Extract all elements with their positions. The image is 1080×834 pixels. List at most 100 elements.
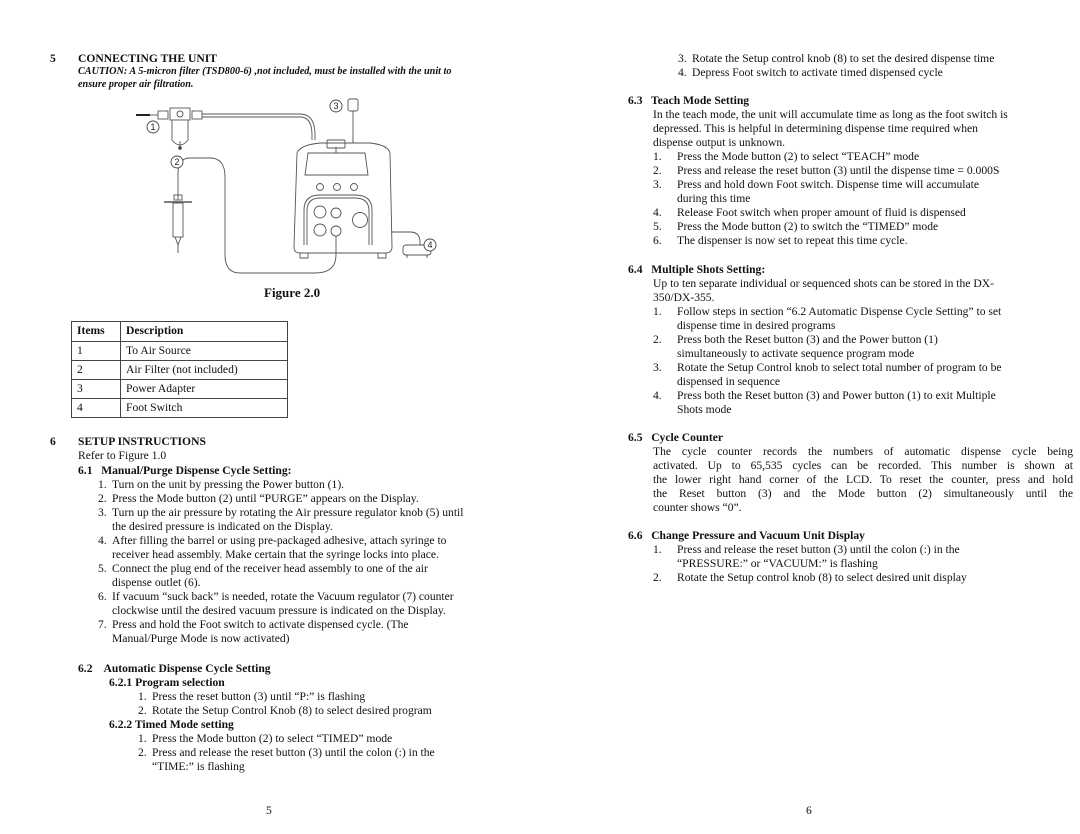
list-item: 4. Release Foot switch when proper amount… [653, 206, 1073, 220]
list-item-text: Press the reset button (3) until “P:” is… [152, 690, 366, 703]
list-item-number: 2. [653, 333, 662, 346]
air-outlet [330, 207, 342, 219]
list-item-number: 5. [98, 562, 107, 575]
list-item-number: 3. [653, 178, 662, 191]
air-filter-head [169, 107, 191, 121]
paragraph-line: activated. Up to 65,535 cycles can be re… [653, 459, 1073, 472]
list-item-number: 2. [138, 704, 147, 717]
list-item: 2. Press both the Reset button (3) and th… [653, 333, 1073, 361]
paragraph-line: the Reset button (3) and the Mode button… [653, 487, 1073, 500]
list-item: 3. Press and hold down Foot switch. Dispe… [653, 178, 1073, 206]
list-item-text: Press the Mode button (2) until “PURGE” … [112, 492, 419, 505]
table-row: 4 Foot Switch [71, 398, 288, 418]
steps-6-6: 1. Press and release the reset button (3)… [653, 543, 1073, 585]
table-row: 2 Air Filter (not included) [71, 360, 288, 380]
paragraph-line: In the teach mode, the unit will accumul… [653, 108, 1008, 121]
list-item-number: 2. [98, 492, 107, 505]
description-cell: To Air Source [120, 341, 288, 361]
section-number: 6 [50, 435, 56, 448]
list-item: 6. If vacuum “suck back” is needed, rotat… [98, 590, 498, 618]
right-page: 3. Rotate the Setup control knob (8) to s… [540, 0, 1080, 834]
syringe-barrel [172, 202, 184, 238]
list-item-text: Press and release the reset button (3) u… [152, 746, 435, 759]
figure-caption: Figure 2.0 [264, 285, 321, 300]
list-item-text: Shots mode [677, 403, 732, 416]
list-item-text: Press and hold down Foot switch. Dispens… [677, 178, 980, 191]
list-item-number: 1. [138, 690, 147, 703]
steps-6-2-2: 1. Press the Mode button (2) to select “T… [138, 732, 498, 774]
section-6-heading: 6 SETUP INSTRUCTIONS [50, 435, 206, 449]
list-item-text: Manual/Purge Mode is now activated) [112, 632, 290, 645]
items-table: Items Description 1 To Air Source 2 Air … [71, 321, 288, 418]
section-number: 5 [50, 52, 56, 65]
list-item-number: 4. [653, 389, 662, 402]
subsection-6-1-heading: 6.1 Manual/Purge Dispense Cycle Setting: [78, 464, 292, 477]
vacuum-regulator-knob [313, 223, 327, 237]
section-title: SETUP INSTRUCTIONS [78, 435, 206, 448]
left-page: 5 CONNECTING THE UNIT CAUTION: A 5-micro… [0, 0, 540, 834]
fitting [157, 110, 169, 120]
description-cell: Power Adapter [120, 379, 288, 399]
description-cell: Foot Switch [120, 398, 288, 418]
callout-label: 4 [427, 240, 432, 250]
list-item-number: 1. [98, 478, 107, 491]
fitting [191, 110, 203, 120]
header-description: Description [120, 321, 288, 342]
caution-line: CAUTION: A 5-micron filter (TSD800-6) ,n… [78, 66, 452, 77]
list-item-number: 1. [138, 732, 147, 745]
list-item: 1. Follow steps in section “6.2 Automatic… [653, 305, 1073, 333]
page-number: 5 [266, 804, 272, 817]
air-outlet [330, 225, 342, 237]
list-item-text: receiver head assembly. Make certain tha… [112, 548, 439, 561]
caution-line: ensure proper air filtration. [78, 79, 194, 90]
subsection-6-2-1-heading: 6.2.1 Program selection [109, 676, 225, 689]
list-item-text: dispense time in desired programs [677, 319, 836, 332]
steps-6-1: 1. Turn on the unit by pressing the Power… [98, 478, 498, 646]
list-item-text: the desired pressure is indicated on the… [112, 520, 333, 533]
subsection-6-6-heading: 6.6 Change Pressure and Vacuum Unit Disp… [628, 529, 865, 542]
list-item: 4. Depress Foot switch to activate timed … [678, 66, 1078, 80]
list-item: 1. Press the reset button (3) until “P:” … [138, 690, 498, 704]
list-item: 4. Press both the Reset button (3) and Po… [653, 389, 1073, 417]
list-item: 3. Rotate the Setup Control knob to selec… [653, 361, 1073, 389]
list-item-number: 7. [98, 618, 107, 631]
list-item-text: dispense outlet (6). [112, 576, 201, 589]
paragraph-line: Up to ten separate individual or sequenc… [653, 277, 994, 290]
page-number: 6 [806, 804, 812, 817]
dispenser-connection-diagram: 1 2 3 4 [136, 98, 437, 274]
steps-6-4: 1. Follow steps in section “6.2 Automatic… [653, 305, 1073, 417]
air-pressure-knob [313, 205, 327, 219]
list-item-number: 4. [98, 534, 107, 547]
list-item: 5. Connect the plug end of the receiver h… [98, 562, 498, 590]
power-button [316, 183, 324, 191]
cycle-counter-body: The cycle counter records the numbers of… [653, 445, 1073, 515]
list-item-text: Follow steps in section “6.2 Automatic D… [677, 305, 1002, 318]
list-item: 6. The dispenser is now set to repeat thi… [653, 234, 1073, 248]
list-item: 1. Press the Mode button (2) to select “T… [138, 732, 498, 746]
list-item-number: 1. [653, 305, 662, 318]
list-item-text: Press and release the reset button (3) u… [677, 164, 1000, 177]
table-header-row: Items Description [71, 321, 288, 342]
list-item-number: 1. [653, 543, 662, 556]
refer-note: Refer to Figure 1.0 [78, 449, 167, 462]
paragraph-line: The cycle counter records the numbers of… [653, 445, 1073, 458]
list-item-number: 2. [653, 571, 662, 584]
list-item-text: “PRESSURE:” or “VACUUM:” is flashing [677, 557, 878, 570]
list-item-number: 1. [653, 150, 662, 163]
item-cell: 4 [71, 398, 121, 418]
table-row: 1 To Air Source [71, 341, 288, 361]
list-item-text: Press the Mode button (2) to select “TIM… [152, 732, 393, 745]
list-item-number: 6. [653, 234, 662, 247]
setup-control-knob [352, 212, 368, 228]
list-item: 2. Rotate the Setup control knob (8) to s… [653, 571, 1073, 585]
steps-6-2-1: 1. Press the reset button (3) until “P:” … [138, 690, 498, 718]
subsection-6-2-heading: 6.2 Automatic Dispense Cycle Setting [78, 662, 271, 675]
list-item-text: Depress Foot switch to activate timed di… [692, 66, 943, 79]
list-item-text: “TIME:” is flashing [152, 760, 245, 773]
description-cell: Air Filter (not included) [120, 360, 288, 380]
list-item-text: Press the Mode button (2) to select “TEA… [677, 150, 920, 163]
steps-6-2-2-continued: 3. Rotate the Setup control knob (8) to s… [678, 52, 1078, 80]
teach-mode-intro: In the teach mode, the unit will accumul… [653, 108, 1073, 150]
list-item-number: 6. [98, 590, 107, 603]
list-item-number: 5. [653, 220, 662, 233]
